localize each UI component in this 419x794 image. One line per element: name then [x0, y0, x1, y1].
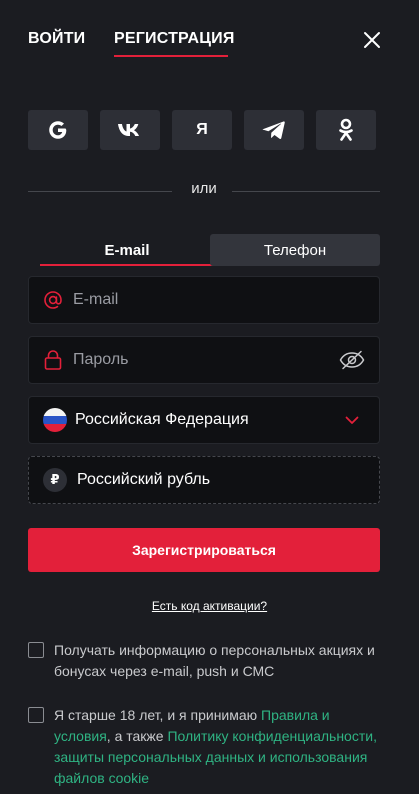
flag-wrap	[43, 397, 67, 443]
google-icon	[49, 121, 67, 139]
or-text: или	[191, 180, 217, 197]
password-placeholder: Пароль	[73, 351, 129, 368]
country-select[interactable]: Российская Федерация	[28, 396, 380, 444]
or-divider: или	[28, 179, 380, 199]
odnoklassniki-login-button[interactable]	[316, 110, 376, 150]
lock-icon	[44, 350, 62, 370]
tab-login[interactable]: ВОЙТИ	[28, 30, 85, 48]
tab-phone[interactable]: Телефон	[210, 234, 380, 266]
country-value: Российская Федерация	[75, 411, 249, 428]
email-field[interactable]: E-mail	[28, 276, 380, 324]
tab-register-indicator	[114, 55, 228, 57]
at-icon-wrap	[43, 277, 63, 323]
lock-icon-wrap	[43, 337, 63, 383]
yandex-login-button[interactable]: Я	[172, 110, 232, 150]
eye-off-icon	[339, 350, 365, 370]
telegram-icon	[262, 121, 285, 139]
activation-code-row: Есть код активации?	[0, 597, 419, 615]
activation-code-link[interactable]: Есть код активации?	[152, 599, 267, 613]
yandex-icon: Я	[196, 121, 208, 138]
age-consent-middle: , а также	[106, 728, 168, 744]
email-placeholder: E-mail	[73, 291, 119, 308]
at-icon	[44, 291, 62, 309]
password-field[interactable]: Пароль	[28, 336, 380, 384]
google-login-button[interactable]	[28, 110, 88, 150]
age-consent-text: Я старше 18 лет, и я принимаю Правила и …	[54, 705, 380, 789]
close-button[interactable]	[358, 26, 386, 54]
tab-email[interactable]: E-mail	[40, 234, 214, 266]
chevron-down-icon	[345, 416, 359, 424]
vk-icon	[118, 124, 139, 136]
currency-field[interactable]: ₽ Российский рубль	[28, 456, 380, 504]
registration-method-tabs: E-mail Телефон	[28, 234, 380, 266]
age-consent-prefix: Я старше 18 лет, и я принимаю	[54, 707, 262, 723]
ruble-icon: ₽	[43, 468, 67, 492]
auth-header: ВОЙТИ РЕГИСТРАЦИЯ	[0, 0, 419, 80]
telegram-login-button[interactable]	[244, 110, 304, 150]
vk-login-button[interactable]	[100, 110, 160, 150]
promo-consent-text: Получать информацию о персональных акция…	[54, 642, 375, 679]
register-button[interactable]: Зарегистрироваться	[28, 528, 380, 572]
divider-line-right	[232, 191, 380, 192]
age-consent-checkbox[interactable]	[28, 707, 44, 723]
promo-consent-checkbox[interactable]	[28, 642, 44, 658]
ruble-wrap: ₽	[43, 457, 67, 503]
odnoklassniki-icon	[339, 118, 353, 141]
social-login-bar: Я	[28, 110, 376, 150]
russia-flag-icon	[43, 408, 67, 432]
tab-register[interactable]: РЕГИСТРАЦИЯ	[114, 30, 235, 48]
country-dropdown-toggle[interactable]	[345, 397, 359, 443]
toggle-password-visibility[interactable]	[339, 337, 365, 383]
close-icon	[364, 32, 380, 48]
tab-email-indicator	[40, 264, 214, 266]
currency-value: Российский рубль	[77, 471, 211, 488]
